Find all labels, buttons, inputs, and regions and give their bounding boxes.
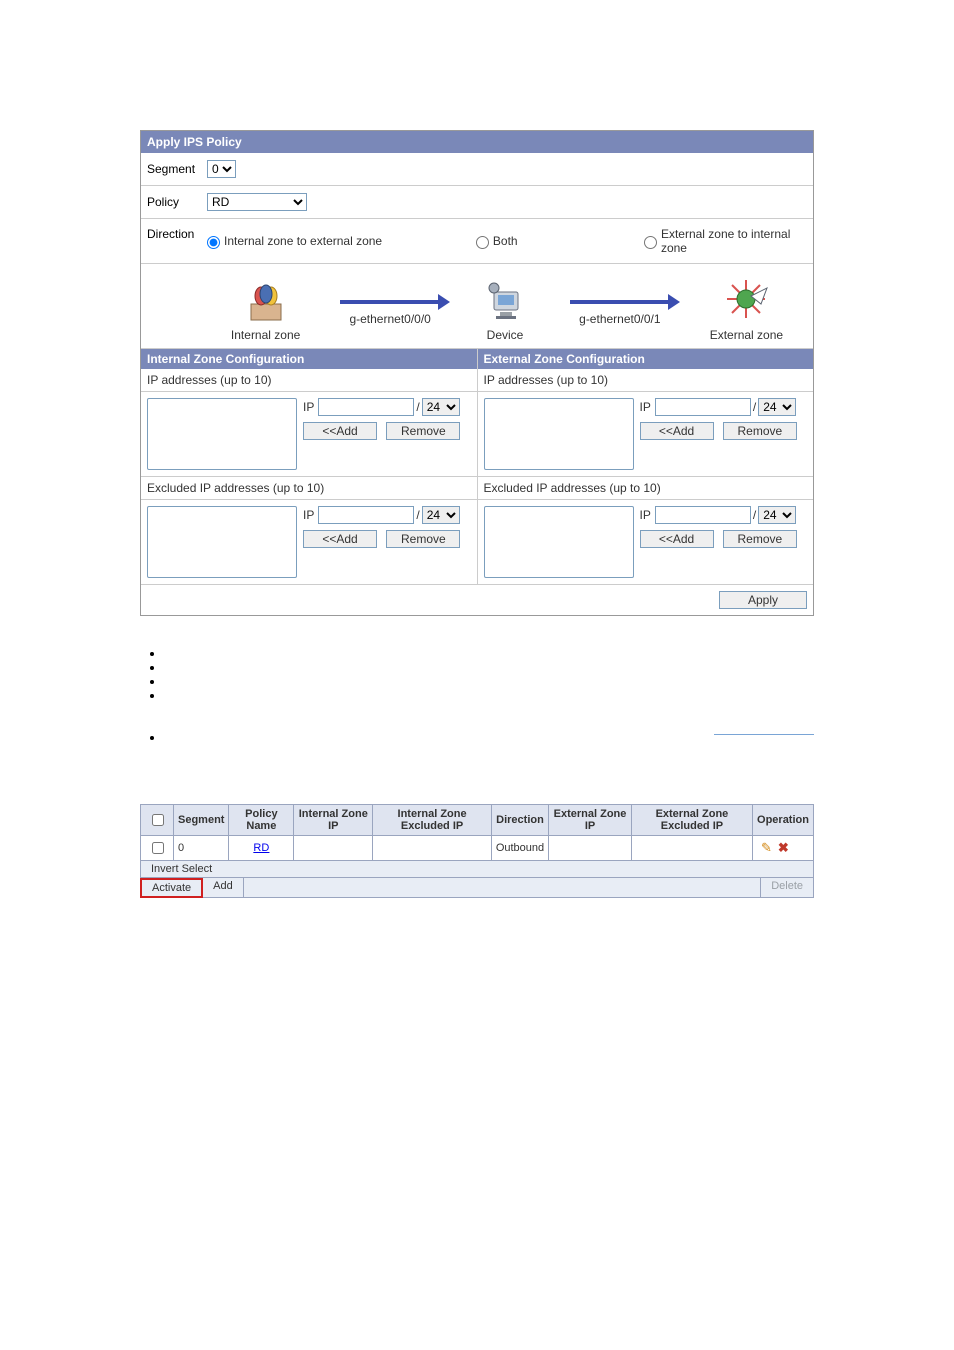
radio-e2i-input[interactable] bbox=[644, 236, 657, 249]
internal-excl-list[interactable] bbox=[147, 506, 297, 578]
policy-label: Policy bbox=[147, 195, 207, 209]
apply-ips-policy-panel: Apply IPS Policy Segment 0 Policy RD Dir… bbox=[140, 130, 814, 616]
segment-select[interactable]: 0 bbox=[207, 160, 236, 178]
cell-iz-ip bbox=[294, 836, 373, 861]
internal-excl-add-button[interactable]: <<Add bbox=[303, 530, 377, 548]
policy-select[interactable]: RD bbox=[207, 193, 307, 211]
bullet-item bbox=[164, 674, 814, 678]
external-excl-remove-button[interactable]: Remove bbox=[723, 530, 797, 548]
external-excl-list[interactable] bbox=[484, 506, 634, 578]
col-policy: Policy Name bbox=[229, 805, 294, 836]
if-left-label: g-ethernet0/0/0 bbox=[340, 312, 440, 326]
col-iz-ex: Internal Zone Excluded IP bbox=[373, 805, 492, 836]
zone-diagram: Internal zone g-ethernet0/0/0 Device g-e… bbox=[141, 264, 813, 349]
internal-ip-input[interactable] bbox=[318, 398, 414, 416]
bullet-item bbox=[164, 688, 814, 692]
external-ip-remove-button[interactable]: Remove bbox=[723, 422, 797, 440]
external-ip-list[interactable] bbox=[484, 398, 634, 470]
external-ip-input[interactable] bbox=[655, 398, 751, 416]
external-ip-mask[interactable]: 24 bbox=[758, 398, 796, 416]
internal-ip-mask[interactable]: 24 bbox=[422, 398, 460, 416]
panel-title: Apply IPS Policy bbox=[141, 131, 813, 153]
internal-excl-heading: Excluded IP addresses (up to 10) bbox=[141, 477, 477, 500]
delete-icon[interactable]: ✖ bbox=[778, 840, 789, 856]
edit-icon[interactable]: ✎ bbox=[761, 840, 772, 856]
zone-config-row: Internal Zone Configuration IP addresses… bbox=[141, 349, 813, 585]
col-iz-ip: Internal Zone IP bbox=[294, 805, 373, 836]
internal-zone-icon: Internal zone bbox=[231, 274, 300, 342]
apply-button[interactable]: Apply bbox=[719, 591, 807, 609]
radio-both-label: Both bbox=[493, 234, 518, 248]
cell-direction: Outbound bbox=[491, 836, 548, 861]
external-zone-title: External Zone Configuration bbox=[478, 349, 814, 369]
col-operation: Operation bbox=[753, 805, 814, 836]
device-icon: Device bbox=[480, 274, 530, 342]
external-excl-heading: Excluded IP addresses (up to 10) bbox=[478, 477, 814, 500]
internal-ip-heading: IP addresses (up to 10) bbox=[141, 369, 477, 392]
direction-row: Direction Internal zone to external zone… bbox=[141, 219, 813, 264]
internal-ip-remove-button[interactable]: Remove bbox=[386, 422, 460, 440]
arrow-right: g-ethernet0/0/1 bbox=[570, 290, 670, 326]
internal-excl-remove-button[interactable]: Remove bbox=[386, 530, 460, 548]
radio-e2i-label: External zone to internal zone bbox=[661, 227, 807, 255]
slash-icon: / bbox=[753, 400, 756, 414]
radio-both-input[interactable] bbox=[476, 236, 489, 249]
direction-radio-both[interactable]: Both bbox=[471, 233, 518, 249]
external-zone-col: External Zone Configuration IP addresses… bbox=[478, 349, 814, 585]
row-checkbox[interactable] bbox=[152, 842, 164, 854]
slash-icon: / bbox=[416, 508, 419, 522]
invert-select-button[interactable]: Invert Select bbox=[140, 861, 222, 878]
add-button[interactable]: Add bbox=[203, 878, 244, 898]
slash-icon: / bbox=[416, 400, 419, 414]
policy-link[interactable]: RD bbox=[253, 842, 269, 854]
internal-ip-label: IP bbox=[303, 400, 314, 414]
external-ip-heading: IP addresses (up to 10) bbox=[478, 369, 814, 392]
col-direction: Direction bbox=[491, 805, 548, 836]
segment-row: Segment 0 bbox=[141, 153, 813, 186]
device-label: Device bbox=[480, 328, 530, 342]
cell-ez-ip bbox=[549, 836, 632, 861]
col-ez-ex: External Zone Excluded IP bbox=[631, 805, 752, 836]
cell-segment: 0 bbox=[174, 836, 229, 861]
external-zone-icon: External zone bbox=[710, 274, 783, 342]
if-right-label: g-ethernet0/0/1 bbox=[570, 312, 670, 326]
external-excl-ip-label: IP bbox=[640, 508, 651, 522]
internal-ip-add-button[interactable]: <<Add bbox=[303, 422, 377, 440]
internal-zone-title: Internal Zone Configuration bbox=[141, 349, 477, 369]
bullet-item bbox=[164, 660, 814, 664]
radio-i2e-input[interactable] bbox=[207, 236, 220, 249]
direction-radio-e2i[interactable]: External zone to internal zone bbox=[639, 227, 807, 255]
select-all-checkbox[interactable] bbox=[152, 814, 164, 826]
policy-row: Policy RD bbox=[141, 186, 813, 219]
external-zone-label: External zone bbox=[710, 328, 783, 342]
external-excl-ip-input[interactable] bbox=[655, 506, 751, 524]
cell-ez-ex bbox=[631, 836, 752, 861]
underline-decor bbox=[714, 734, 814, 735]
segment-label: Segment bbox=[147, 162, 207, 176]
col-ez-ip: External Zone IP bbox=[549, 805, 632, 836]
activate-button[interactable]: Activate bbox=[140, 878, 203, 898]
bullet-list bbox=[146, 646, 814, 734]
external-ip-label: IP bbox=[640, 400, 651, 414]
external-ip-add-button[interactable]: <<Add bbox=[640, 422, 714, 440]
arrow-left: g-ethernet0/0/0 bbox=[340, 290, 440, 326]
policy-grid: Segment Policy Name Internal Zone IP Int… bbox=[140, 804, 814, 898]
internal-ip-list[interactable] bbox=[147, 398, 297, 470]
internal-excl-mask[interactable]: 24 bbox=[422, 506, 460, 524]
bullet-item bbox=[164, 646, 814, 650]
delete-button[interactable]: Delete bbox=[761, 878, 814, 898]
internal-excl-ip-input[interactable] bbox=[318, 506, 414, 524]
external-excl-mask[interactable]: 24 bbox=[758, 506, 796, 524]
slash-icon: / bbox=[753, 508, 756, 522]
cell-iz-ex bbox=[373, 836, 492, 861]
direction-radio-i2e[interactable]: Internal zone to external zone bbox=[202, 233, 382, 249]
internal-zone-col: Internal Zone Configuration IP addresses… bbox=[141, 349, 478, 585]
direction-label: Direction bbox=[147, 227, 202, 241]
table-row: 0 RD Outbound ✎ ✖ bbox=[141, 836, 814, 861]
radio-i2e-label: Internal zone to external zone bbox=[224, 234, 382, 248]
internal-excl-ip-label: IP bbox=[303, 508, 314, 522]
internal-zone-label: Internal zone bbox=[231, 328, 300, 342]
external-excl-add-button[interactable]: <<Add bbox=[640, 530, 714, 548]
col-segment: Segment bbox=[174, 805, 229, 836]
